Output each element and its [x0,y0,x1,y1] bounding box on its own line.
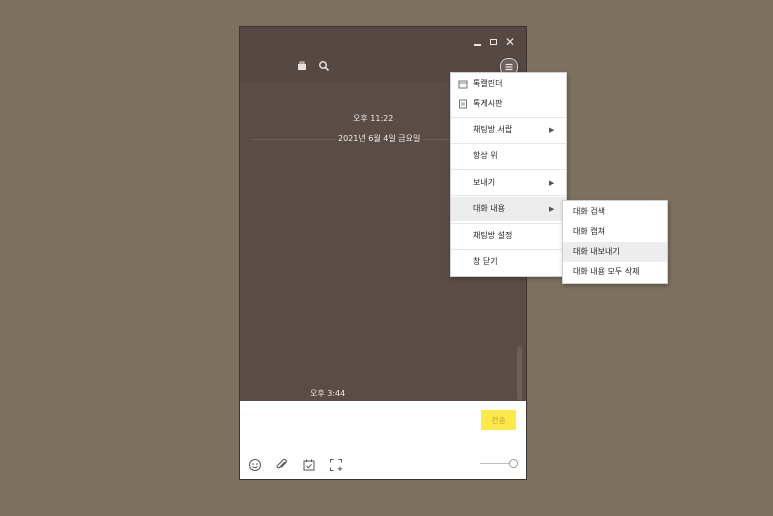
menu-separator [451,223,566,224]
submenu-item-label: 대화 캡쳐 [573,227,605,236]
submenu-item-search-chat[interactable]: 대화 검색 [563,202,667,222]
drawer-icon[interactable] [296,60,308,72]
submenu-arrow-icon: ▶ [549,205,555,213]
submenu-item-delete-all[interactable]: 대화 내용 모두 삭제 [563,262,667,282]
menu-separator [451,249,566,250]
message-time: 오후 3:44 [310,389,346,398]
menu-item-label: 톡게시판 [473,99,503,108]
submenu-arrow-icon: ▶ [549,126,555,134]
submenu-item-export-chat[interactable]: 대화 내보내기 [563,242,667,262]
board-icon [459,99,467,109]
menu-separator [451,143,566,144]
search-icon[interactable] [318,60,330,72]
submenu-item-label: 대화 내용 모두 삭제 [573,267,640,276]
volume-slider-track[interactable] [480,463,512,464]
menu-item-label: 채팅방 서랍 [473,125,513,134]
close-button[interactable]: ✕ [504,36,516,48]
menu-item-label: 톡캘린더 [473,79,503,88]
send-button[interactable]: 전송 [481,410,516,430]
attach-icon[interactable] [275,458,289,472]
menu-separator [451,117,566,118]
menu-item-label: 창 닫기 [473,257,498,266]
scrollbar[interactable] [517,347,522,400]
message-input-area[interactable]: 전송 [240,401,526,479]
submenu-item-label: 대화 내보내기 [573,247,620,256]
chat-menu: 톡캘린더 톡게시판 채팅방 서랍 ▶ 항상 위 보내기 ▶ 대화 내용 ▶ 채팅… [450,72,567,277]
emoji-icon[interactable] [248,458,262,472]
minimize-button[interactable] [472,36,484,48]
menu-item-label: 항상 위 [473,151,498,160]
menu-item-label: 채팅방 설정 [473,231,513,240]
submenu-item-capture-chat[interactable]: 대화 캡쳐 [563,222,667,242]
capture-icon[interactable] [329,458,343,472]
menu-item-chat-content[interactable]: 대화 내용 ▶ [451,197,566,221]
menu-item-label: 대화 내용 [473,204,505,213]
maximize-button[interactable] [488,36,500,48]
message-time: 오후 11:22 [353,114,394,123]
submenu-item-label: 대화 검색 [573,207,605,216]
chat-content-submenu: 대화 검색 대화 캡쳐 대화 내보내기 대화 내용 모두 삭제 [562,200,668,284]
calendar-icon [458,80,468,89]
submenu-arrow-icon: ▶ [549,179,555,187]
date-divider-label: 2021년 6월 4일 금요일 [335,133,424,144]
menu-separator [451,169,566,170]
menu-item-label: 보내기 [473,178,496,187]
menu-separator [451,195,566,196]
volume-slider-handle[interactable] [509,459,518,468]
schedule-icon[interactable] [302,458,316,472]
